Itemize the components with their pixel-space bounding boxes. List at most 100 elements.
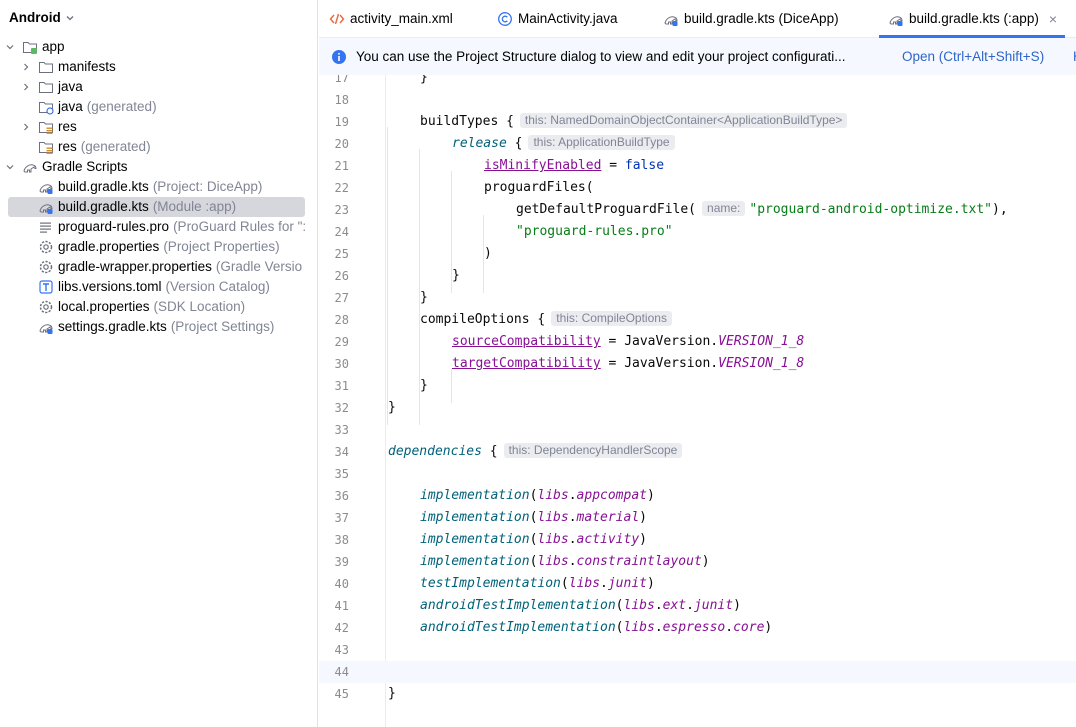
tree-item[interactable]: settings.gradle.kts (Project Settings) — [0, 317, 317, 337]
inlay-hint: this: DependencyHandlerScope — [503, 443, 683, 458]
indent-guide — [419, 149, 420, 425]
tree-item-description: (generated) — [86, 99, 157, 114]
chevron-right-icon[interactable] — [22, 123, 30, 131]
editor-tab[interactable]: build.gradle.kts (DiceApp) — [663, 0, 839, 37]
settings-file-icon — [39, 240, 53, 254]
tree-item-label: res — [58, 119, 77, 134]
code-token: ) — [639, 510, 647, 525]
code-text: } — [420, 375, 428, 397]
code-token: sourceCompatibility — [452, 334, 601, 349]
chevron-down-icon[interactable] — [6, 163, 14, 171]
line-number: 29 — [334, 335, 349, 349]
line-number: 44 — [334, 665, 349, 679]
code-line: 25) — [319, 243, 1076, 265]
line-number: 21 — [334, 159, 349, 173]
code-line: 41 androidTestImplementation(libs.ext.jun… — [319, 595, 1076, 617]
tree-item[interactable]: Gradle Scripts — [0, 157, 317, 177]
project-view-title: Android — [9, 9, 61, 25]
code-line: 28 compileOptions {this: CompileOptions — [319, 309, 1076, 331]
code-token: implementation — [420, 488, 530, 503]
code-token: proguardFiles( — [484, 180, 594, 195]
code-token: . — [654, 620, 663, 635]
code-text: dependencies {this: DependencyHandlerSco… — [388, 441, 686, 463]
tree-item-label: proguard-rules.pro — [58, 219, 170, 234]
module-folder-icon — [23, 42, 37, 54]
line-number: 40 — [334, 577, 349, 591]
code-token: . — [600, 576, 608, 591]
code-token: targetCompatibility — [452, 356, 601, 371]
code-line: 31} — [319, 375, 1076, 397]
tab-label: MainActivity.java — [518, 11, 618, 26]
code-token: } — [388, 686, 396, 701]
code-editor[interactable]: 17} 18 19 buildTypes {this: NamedDomainObje… — [319, 75, 1076, 727]
editor-tab[interactable]: build.gradle.kts (:app) × — [879, 0, 1066, 38]
chevron-right-icon[interactable] — [22, 63, 30, 71]
code-token: . — [654, 598, 663, 613]
tree-item[interactable]: gradle-wrapper.properties (Gradle Versio — [0, 257, 317, 277]
tree-item[interactable]: gradle.properties (Project Properties) — [0, 237, 317, 257]
code-line: 37 implementation(libs.material) — [319, 507, 1076, 529]
code-token: ( — [560, 576, 569, 591]
code-token: } — [420, 378, 428, 393]
project-view-selector[interactable]: Android — [0, 0, 317, 34]
code-token: VERSION_1_8 — [718, 334, 805, 349]
tree-item[interactable]: manifests — [0, 57, 317, 77]
tree-item-description: (SDK Location) — [153, 299, 246, 314]
code-token: . — [568, 488, 577, 503]
code-text: } — [388, 397, 396, 419]
code-token: androidTestImplementation — [420, 620, 616, 635]
code-token: compileOptions { — [420, 312, 546, 327]
tab-label: activity_main.xml — [350, 11, 453, 26]
tree-item-label: app — [42, 39, 65, 54]
code-token: = JavaVersion. — [600, 356, 719, 371]
tree-item[interactable]: app — [0, 37, 317, 57]
code-token: "proguard-rules.pro" — [516, 224, 673, 239]
code-line: 19 buildTypes {this: NamedDomainObjectCon… — [319, 111, 1076, 133]
tree-item[interactable]: build.gradle.kts (Project: DiceApp) — [0, 177, 317, 197]
code-token: . — [568, 532, 577, 547]
code-token: ( — [615, 598, 624, 613]
code-token: ) — [639, 532, 647, 547]
gradle-file-icon — [39, 324, 53, 334]
tree-item[interactable]: libs.versions.toml (Version Catalog) — [0, 277, 317, 297]
tree-item-description: (Module :app) — [152, 199, 237, 214]
code-token: VERSION_1_8 — [718, 356, 805, 371]
code-text: } — [452, 265, 460, 287]
tree-item[interactable]: build.gradle.kts (Module :app) — [0, 197, 317, 217]
code-text: } — [420, 287, 428, 309]
code-line: 30 targetCompatibility = JavaVersion.VERS… — [319, 353, 1076, 375]
chevron-down-icon[interactable] — [6, 43, 14, 51]
code-token: appcompat — [576, 488, 647, 503]
tree-item[interactable]: proguard-rules.pro (ProGuard Rules for ": — [0, 217, 317, 237]
code-text: implementation(libs.constraintlayout) — [420, 551, 710, 573]
tree-item[interactable]: res (generated) — [0, 137, 317, 157]
code-token: ), — [992, 202, 1008, 217]
tree-item-label: local.properties — [58, 299, 150, 314]
tree-item-description: (Project: DiceApp) — [152, 179, 263, 194]
code-line: 21 isMinifyEnabled = false — [319, 155, 1076, 177]
code-line: 32} — [319, 397, 1076, 419]
resource-folder-icon — [39, 122, 53, 134]
code-token: . — [568, 510, 577, 525]
close-tab-icon[interactable]: × — [1049, 11, 1057, 27]
gradle-file-icon — [664, 15, 678, 26]
line-number: 42 — [334, 621, 349, 635]
editor-tab[interactable]: MainActivity.java — [497, 0, 618, 37]
tree-item[interactable]: res — [0, 117, 317, 137]
chevron-right-icon[interactable] — [22, 83, 30, 91]
code-token: espresso — [662, 620, 726, 635]
code-line: 17} — [319, 75, 1076, 89]
code-token: } — [452, 268, 460, 283]
code-line: 44 — [319, 661, 1076, 683]
code-token: } — [420, 75, 428, 85]
editor-tab[interactable]: activity_main.xml — [329, 0, 453, 37]
folder-icon — [39, 82, 53, 93]
code-token: libs — [537, 554, 569, 569]
tree-item[interactable]: java — [0, 77, 317, 97]
open-project-structure-link[interactable]: Open (Ctrl+Alt+Shift+S) — [902, 49, 1044, 64]
tree-item[interactable]: java (generated) — [0, 97, 317, 117]
line-number: 45 — [334, 687, 349, 701]
code-text: "proguard-rules.pro" — [516, 221, 673, 243]
code-line: 23 getDefaultProguardFile(name: "proguard-… — [319, 199, 1076, 221]
tree-item[interactable]: local.properties (SDK Location) — [0, 297, 317, 317]
